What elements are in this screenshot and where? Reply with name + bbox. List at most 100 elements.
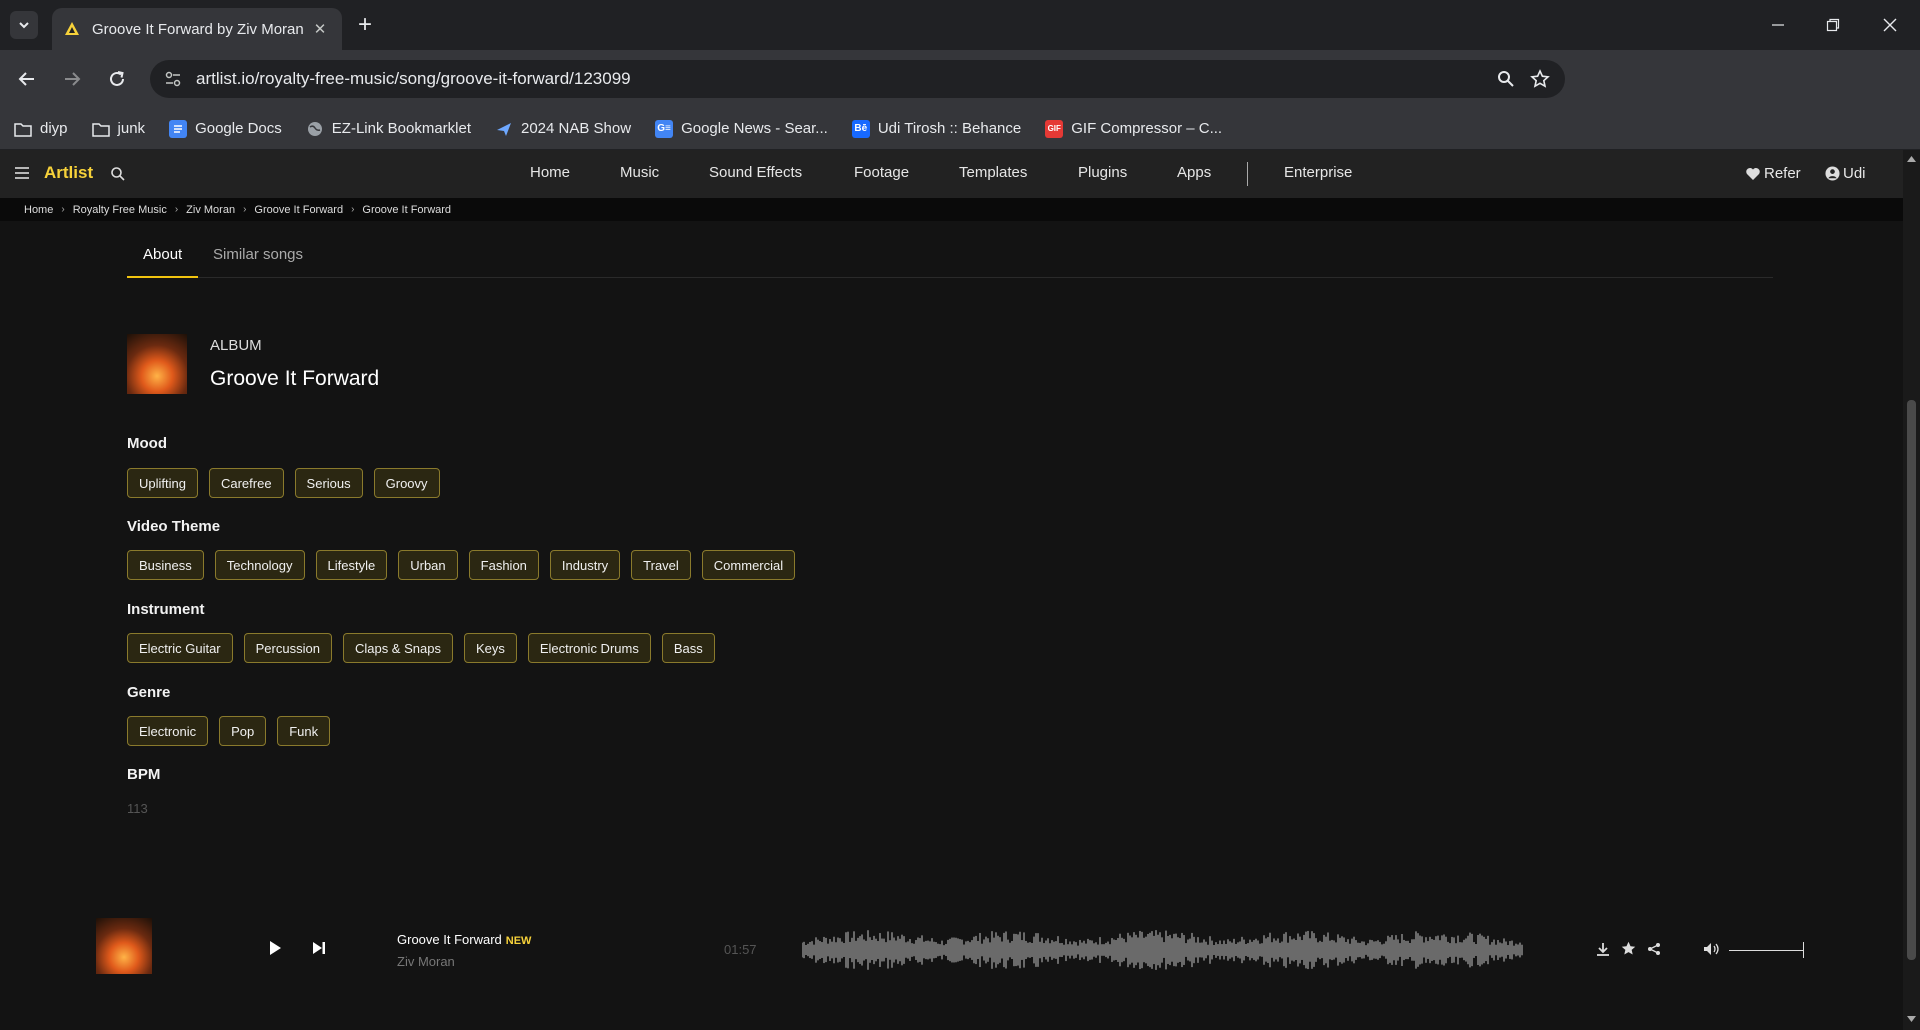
tag-chip[interactable]: Travel [631,550,691,580]
hamburger-menu-icon[interactable] [14,166,30,185]
breadcrumb-artist[interactable]: Ziv Moran [186,204,235,216]
bookmark-star-icon[interactable] [1523,62,1557,96]
album-title[interactable]: Groove It Forward [210,367,379,391]
folder-icon [14,120,32,138]
nav-sound-effects[interactable]: Sound Effects [709,164,802,181]
scroll-down-icon[interactable] [1907,1016,1916,1022]
download-icon[interactable] [1596,942,1610,961]
player-duration: 01:57 [724,942,757,957]
bookmark-ez-link[interactable]: EZ-Link Bookmarklet [306,120,471,138]
waveform[interactable] [802,930,1524,970]
skip-next-icon[interactable] [312,941,326,960]
refer-button[interactable]: Refer [1745,165,1801,182]
tag-chip[interactable]: Electronic [127,716,209,746]
bookmark-google-docs[interactable]: Google Docs [169,119,282,138]
chevron-right-icon: › [351,204,355,215]
tag-chip[interactable]: Electronic Drums [527,633,651,663]
back-arrow-icon[interactable] [10,62,44,96]
artlist-logo[interactable]: Artlist [44,163,93,183]
new-tab-button[interactable]: + [352,11,378,38]
tag-chip[interactable]: Claps & Snaps [342,633,453,663]
bookmark-gif-compressor[interactable]: GIF GIF Compressor – C... [1045,119,1222,138]
user-icon [1825,166,1840,181]
browser-tab-active[interactable]: Groove It Forward by Ziv Moran ✕ [52,8,342,50]
section-title-video-theme: Video Theme [127,518,221,535]
bpm-value: 113 [127,801,148,816]
nav-footage[interactable]: Footage [854,164,909,181]
minimize-icon[interactable] [1760,10,1796,40]
tag-chip[interactable]: Keys [463,633,517,663]
breadcrumb-home[interactable]: Home [24,204,53,216]
url-text[interactable]: artlist.io/royalty-free-music/song/groov… [196,69,1489,89]
bookmark-label: diyp [40,120,68,137]
forward-arrow-icon[interactable] [55,62,89,96]
scrollbar-thumb[interactable] [1907,400,1916,960]
star-icon[interactable] [1621,941,1636,961]
tag-chip[interactable]: Carefree [208,468,284,498]
nav-templates[interactable]: Templates [959,164,1027,181]
bookmark-folder-diyp[interactable]: diyp [14,120,68,138]
share-icon[interactable] [1647,942,1661,961]
bookmark-nab-show[interactable]: 2024 NAB Show [495,120,631,138]
tag-chip[interactable]: Lifestyle [315,550,388,580]
tag-chip[interactable]: Pop [219,716,267,746]
bookmark-folder-junk[interactable]: junk [91,120,146,138]
tag-chip[interactable]: Industry [549,550,621,580]
tag-chip[interactable]: Business [127,550,204,580]
tag-chip[interactable]: Technology [214,550,305,580]
heart-icon [1746,167,1760,180]
bookmark-behance[interactable]: Bē Udi Tirosh :: Behance [851,119,1021,138]
tag-chip[interactable]: Groovy [373,468,440,498]
chevron-right-icon: › [61,204,65,215]
album-cover[interactable] [127,334,187,394]
volume-slider[interactable] [1729,950,1803,951]
tag-chip[interactable]: Commercial [701,550,796,580]
tag-chip[interactable]: Funk [277,716,331,746]
site-info-icon[interactable] [158,70,188,88]
zoom-icon[interactable] [1489,62,1523,96]
tag-chip[interactable]: Percussion [243,633,332,663]
bookmark-label: junk [117,120,146,137]
player-song-title[interactable]: Groove It Forward [397,932,502,947]
play-icon[interactable] [267,940,283,961]
bookmark-google-news[interactable]: G≡ Google News - Sear... [655,119,828,138]
page-tabs: About Similar songs [127,238,1773,278]
google-news-icon: G≡ [655,119,674,138]
player-album-cover[interactable] [96,918,152,974]
window-close-icon[interactable] [1872,10,1908,40]
genre-tags: Electronic Pop Funk [127,716,341,746]
close-icon[interactable]: ✕ [310,19,330,39]
nav-apps[interactable]: Apps [1177,164,1211,181]
breadcrumb-album[interactable]: Groove It Forward [254,204,343,216]
tag-chip[interactable]: Fashion [468,550,539,580]
globe-icon [306,120,324,138]
volume-icon[interactable] [1703,942,1721,961]
nav-enterprise[interactable]: Enterprise [1284,164,1352,181]
nav-plugins[interactable]: Plugins [1078,164,1127,181]
restore-icon[interactable] [1815,10,1851,40]
player-artist[interactable]: Ziv Moran [397,954,455,969]
user-menu[interactable]: Udi [1825,165,1866,182]
volume-slider-handle[interactable] [1803,942,1804,958]
scroll-up-icon[interactable] [1907,156,1916,162]
tab-similar-songs[interactable]: Similar songs [213,246,303,263]
album-label: ALBUM [210,337,262,354]
address-bar[interactable]: artlist.io/royalty-free-music/song/groov… [150,60,1565,98]
page-scrollbar[interactable] [1903,150,1920,1030]
chevron-down-icon [19,22,29,29]
nav-music[interactable]: Music [620,164,659,181]
tag-chip[interactable]: Uplifting [127,468,198,498]
tag-chip[interactable]: Bass [661,633,715,663]
tag-chip[interactable]: Electric Guitar [127,633,233,663]
tab-search-button[interactable] [10,11,38,39]
nav-home[interactable]: Home [530,164,570,181]
nab-icon [495,120,513,138]
mood-tags: Uplifting Carefree Serious Groovy [127,468,451,498]
search-icon[interactable] [110,166,126,187]
reload-icon[interactable] [100,62,134,96]
tag-chip[interactable]: Urban [398,550,458,580]
tag-chip[interactable]: Serious [294,468,363,498]
breadcrumb-song: Groove It Forward [362,203,452,216]
tab-about[interactable]: About [143,246,182,263]
breadcrumb-royalty-free-music[interactable]: Royalty Free Music [73,204,167,216]
